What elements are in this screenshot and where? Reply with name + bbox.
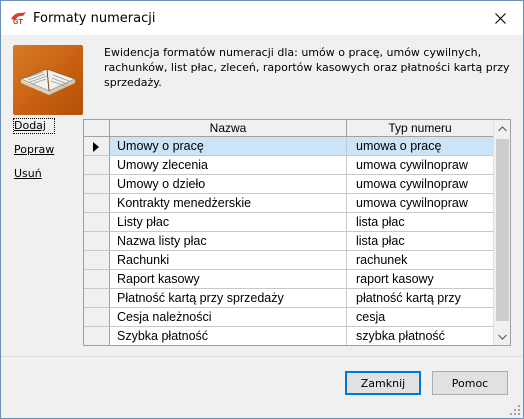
cell-type[interactable]: szybka płatność: [347, 327, 494, 345]
cell-name[interactable]: Rachunki: [110, 251, 347, 269]
cell-name[interactable]: Umowy zlecenia: [110, 156, 347, 174]
scroll-thumb[interactable]: [496, 139, 509, 321]
cell-name[interactable]: Listy płac: [110, 213, 347, 231]
formats-grid[interactable]: Nazwa Typ numeru Umowy o pracę umowa o pr…: [83, 119, 511, 346]
action-links: Dodaj Popraw Usuń: [12, 118, 56, 191]
cell-name[interactable]: Umowy o pracę: [110, 137, 347, 155]
vertical-scrollbar[interactable]: [493, 120, 510, 345]
row-indicator[interactable]: [84, 232, 110, 250]
cell-type[interactable]: umowa cywilnopraw: [347, 194, 494, 212]
row-indicator[interactable]: [84, 308, 110, 326]
column-header-type[interactable]: Typ numeru: [347, 120, 494, 136]
gt-app-icon: GT: [11, 12, 26, 25]
book-icon: [13, 45, 83, 115]
cell-name[interactable]: Cesja należności: [110, 308, 347, 326]
cell-type[interactable]: raport kasowy: [347, 270, 494, 288]
cell-type[interactable]: rachunek: [347, 251, 494, 269]
row-indicator[interactable]: [84, 175, 110, 193]
help-button[interactable]: Pomoc: [432, 371, 508, 395]
svg-text:GT: GT: [13, 19, 23, 25]
delete-link[interactable]: Usuń: [14, 167, 54, 181]
grid-header: Nazwa Typ numeru: [84, 120, 494, 137]
formats-dialog: GT Formaty numeracji Ewidencja formatów …: [0, 0, 524, 419]
window-title: Formaty numeracji: [33, 11, 156, 26]
cell-name[interactable]: Nazwa listy płac: [110, 232, 347, 250]
cell-name[interactable]: Kontrakty menedżerskie: [110, 194, 347, 212]
scroll-up-button[interactable]: [494, 120, 510, 137]
row-indicator[interactable]: [84, 251, 110, 269]
title-bar[interactable]: GT Formaty numeracji: [1, 1, 523, 35]
edit-link[interactable]: Popraw: [14, 143, 54, 157]
table-row[interactable]: Umowy o pracę umowa o pracę: [84, 137, 494, 156]
cell-type[interactable]: umowa cywilnopraw: [347, 156, 494, 174]
table-row[interactable]: Rachunki rachunek: [84, 251, 494, 270]
add-link[interactable]: Dodaj: [12, 118, 56, 134]
table-row[interactable]: Nazwa listy płac lista płac: [84, 232, 494, 251]
table-row[interactable]: Umowy zlecenia umowa cywilnopraw: [84, 156, 494, 175]
cell-type[interactable]: lista płac: [347, 232, 494, 250]
cell-type[interactable]: lista płac: [347, 213, 494, 231]
cell-type[interactable]: cesja: [347, 308, 494, 326]
row-indicator[interactable]: [84, 213, 110, 231]
cell-type[interactable]: płatność kartą przy: [347, 289, 494, 307]
row-indicator[interactable]: [84, 327, 110, 345]
cell-type[interactable]: umowa cywilnopraw: [347, 175, 494, 193]
cell-name[interactable]: Umowy o dzieło: [110, 175, 347, 193]
row-indicator[interactable]: [84, 194, 110, 212]
dialog-footer: Zamknij Pomoc: [1, 356, 523, 418]
table-row[interactable]: Umowy o dzieło umowa cywilnopraw: [84, 175, 494, 194]
close-icon: [494, 12, 506, 24]
description-text: Ewidencja formatów numeracji dla: umów o…: [104, 46, 510, 89]
table-row[interactable]: Raport kasowy raport kasowy: [84, 270, 494, 289]
close-button[interactable]: Zamknij: [345, 371, 421, 395]
current-row-arrow-icon: [93, 142, 99, 152]
table-row[interactable]: Listy płac lista płac: [84, 213, 494, 232]
cell-name[interactable]: Raport kasowy: [110, 270, 347, 288]
row-indicator[interactable]: [84, 156, 110, 174]
row-indicator[interactable]: [84, 270, 110, 288]
header-area: Ewidencja formatów numeracji dla: umów o…: [1, 35, 523, 117]
row-indicator[interactable]: [84, 137, 110, 155]
grid-body: Umowy o pracę umowa o pracę Umowy zlecenia…: [84, 137, 494, 345]
cell-type[interactable]: umowa o pracę: [347, 137, 494, 155]
chevron-up-icon: [498, 125, 507, 131]
table-row[interactable]: Kontrakty menedżerskie umowa cywilnopraw: [84, 194, 494, 213]
table-row[interactable]: Płatność kartą przy sprzedaży płatność ka…: [84, 289, 494, 308]
close-window-button[interactable]: [477, 1, 523, 35]
cell-name[interactable]: Szybka płatność: [110, 327, 347, 345]
row-indicator-header: [84, 120, 110, 136]
cell-name[interactable]: Płatność kartą przy sprzedaży: [110, 289, 347, 307]
resize-grip-icon[interactable]: [509, 404, 521, 416]
table-row[interactable]: Cesja należności cesja: [84, 308, 494, 327]
row-indicator[interactable]: [84, 289, 110, 307]
table-row[interactable]: Szybka płatność szybka płatność: [84, 327, 494, 345]
chevron-down-icon: [498, 334, 507, 340]
column-header-name[interactable]: Nazwa: [110, 120, 347, 136]
scroll-down-button[interactable]: [494, 328, 510, 345]
